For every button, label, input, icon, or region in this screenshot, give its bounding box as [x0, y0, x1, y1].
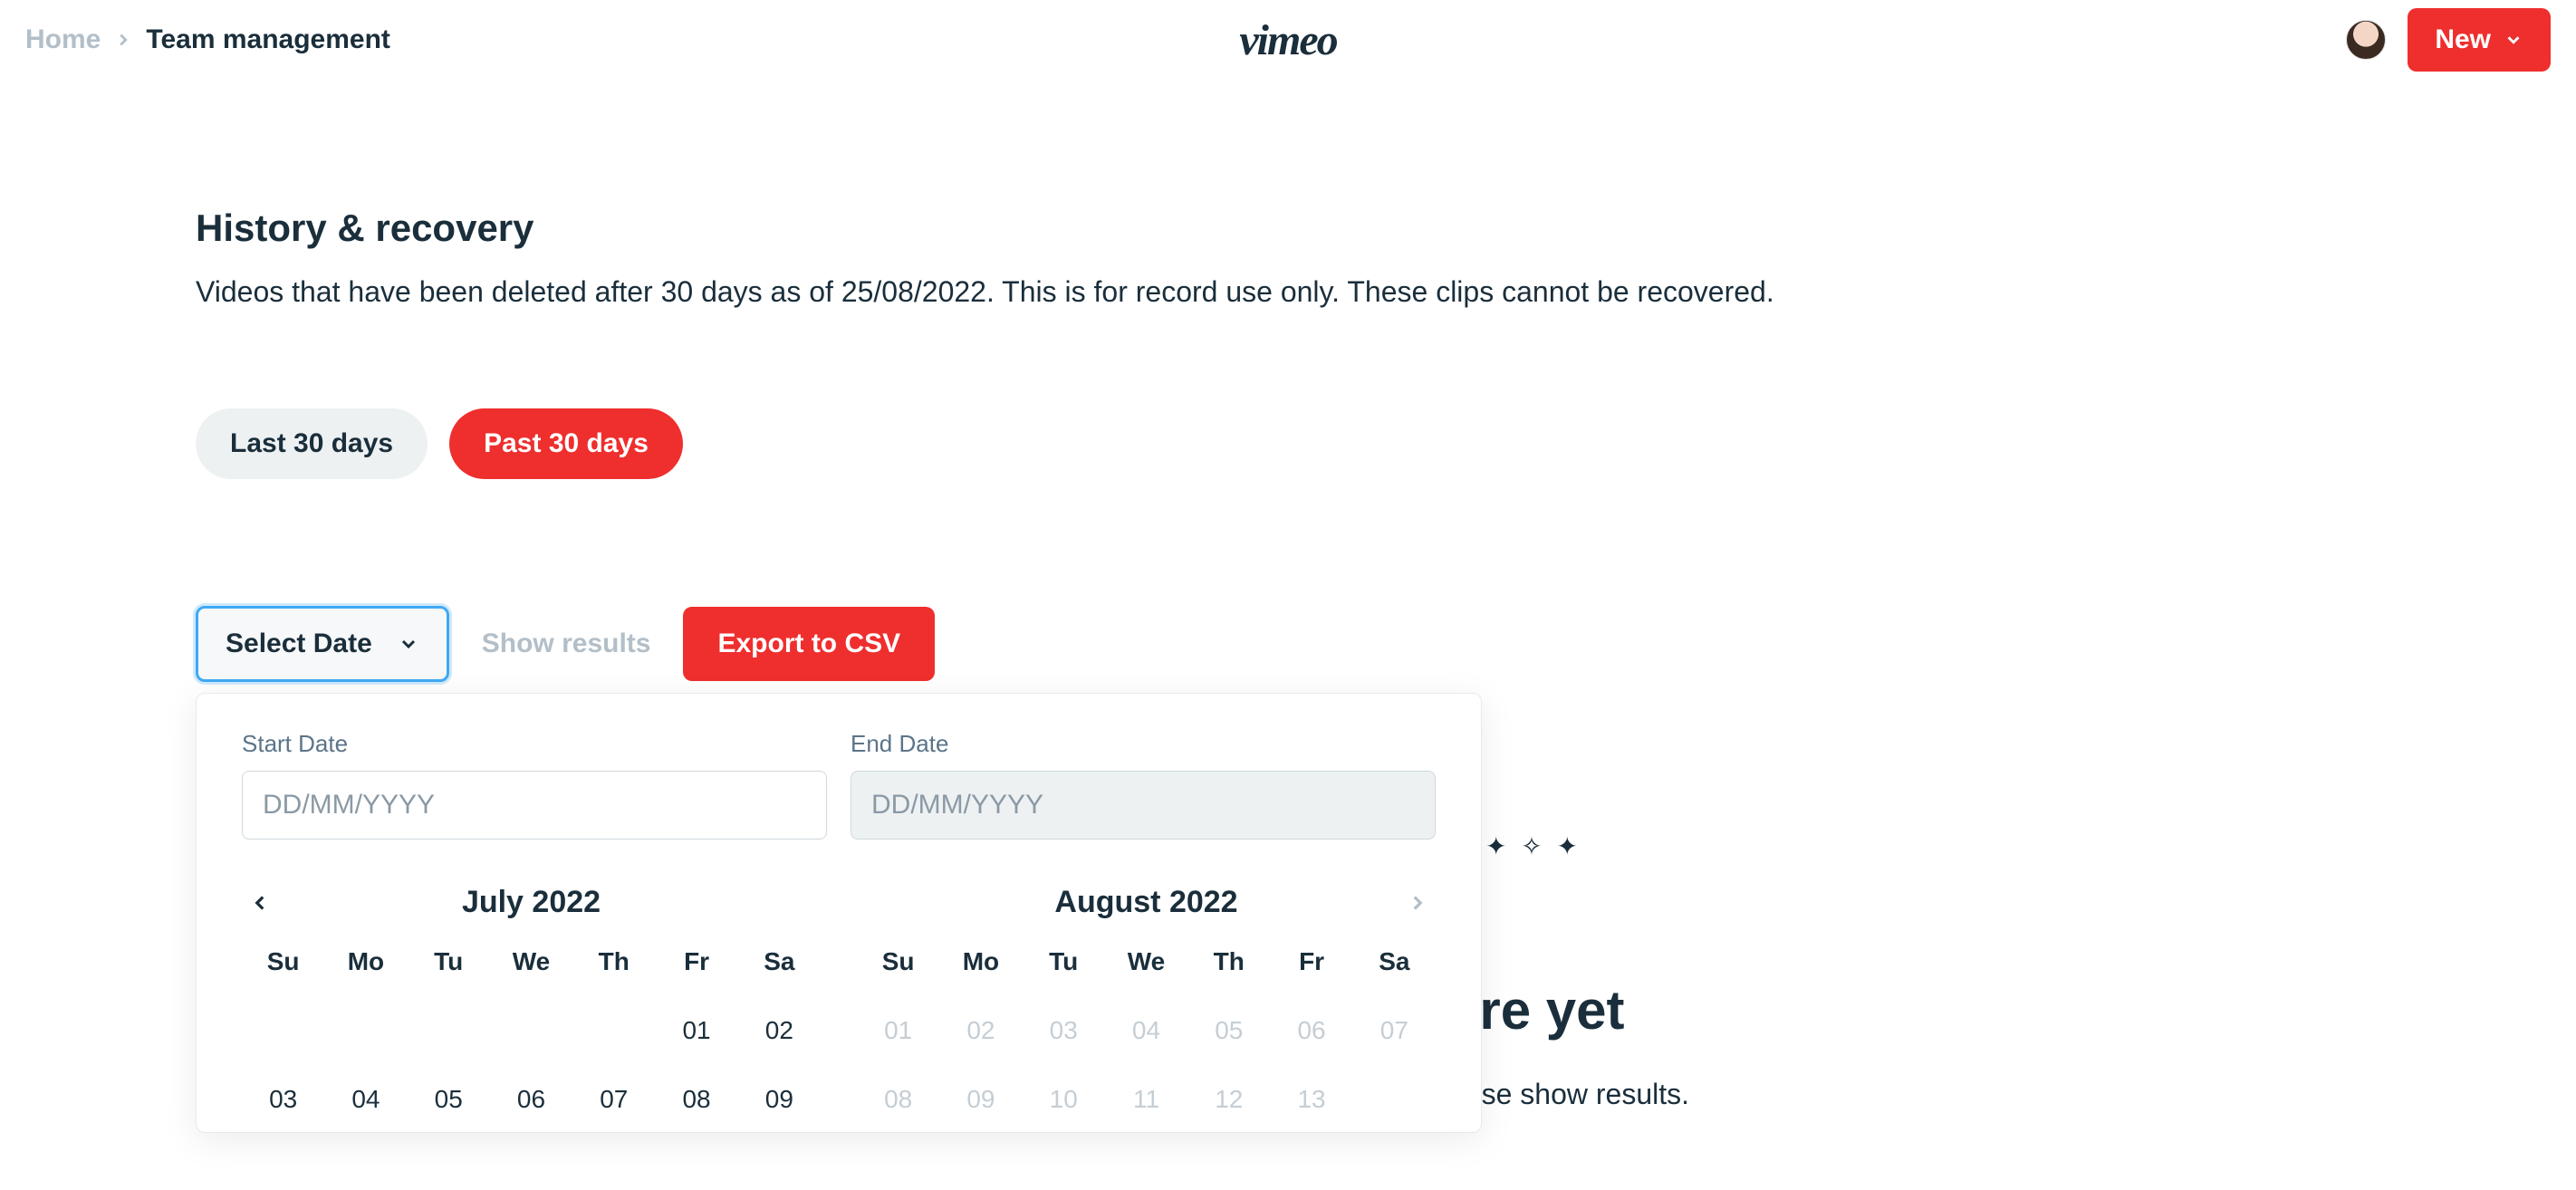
calendar-dow: Su: [242, 947, 324, 976]
calendar-day: 10: [1023, 1085, 1105, 1114]
calendar-dow: Tu: [408, 947, 490, 976]
calendar-day[interactable]: 05: [408, 1085, 490, 1114]
export-csv-button[interactable]: Export to CSV: [683, 607, 935, 681]
calendar-day: 07: [1353, 1016, 1436, 1045]
calendar-right-title: August 2022: [1054, 885, 1237, 920]
date-range-chips: Last 30 days Past 30 days: [196, 408, 2380, 479]
end-date-field: End Date: [851, 730, 1436, 840]
calendar-dow: Mo: [939, 947, 1022, 976]
calendar-right: August 2022 SuMoTuWeThFrSa 01020304050607…: [857, 885, 1436, 1114]
calendar-day: 05: [1187, 1016, 1270, 1045]
calendar-day: 09: [939, 1085, 1022, 1114]
calendar-day: 08: [857, 1085, 939, 1114]
avatar[interactable]: [2346, 20, 2386, 60]
calendars: July 2022 SuMoTuWeThFrSa0000000000010203…: [242, 885, 1436, 1114]
calendar-dow: Fr: [1270, 947, 1352, 976]
calendar-left-title: July 2022: [462, 885, 601, 920]
calendar-day: 11: [1105, 1085, 1187, 1114]
calendar-day: 12: [1187, 1085, 1270, 1114]
start-date-label: Start Date: [242, 730, 827, 758]
breadcrumb-home[interactable]: Home: [25, 24, 101, 55]
chevron-right-icon: [113, 30, 133, 50]
calendar-dow: Th: [1187, 947, 1270, 976]
calendar-day[interactable]: 03: [242, 1085, 324, 1114]
calendar-day[interactable]: 04: [324, 1085, 407, 1114]
calendar-day: 04: [1105, 1016, 1187, 1045]
sparkle-icon: ✦ ✧ ✦: [1449, 831, 1689, 861]
calendar-dow: We: [490, 947, 572, 976]
end-date-input[interactable]: [851, 771, 1436, 840]
show-results-button[interactable]: Show results: [482, 629, 651, 659]
select-date-button[interactable]: Select Date: [196, 606, 449, 682]
start-date-input[interactable]: [242, 771, 827, 840]
page-title: History & recovery: [196, 206, 2380, 250]
header-right: New: [2346, 8, 2551, 72]
calendar-dow: Tu: [1023, 947, 1105, 976]
calendar-dow: Mo: [324, 947, 407, 976]
empty-state-desc: oose show results.: [1449, 1078, 1689, 1111]
calendar-left-grid: SuMoTuWeThFrSa00000000000102030405060708…: [242, 947, 821, 1114]
action-row: Select Date Show results Export to CSV S…: [196, 606, 2380, 682]
calendar-left: July 2022 SuMoTuWeThFrSa0000000000010203…: [242, 885, 821, 1114]
calendar-day[interactable]: 01: [655, 1016, 737, 1045]
new-button[interactable]: New: [2408, 8, 2551, 72]
calendar-prev-icon[interactable]: [242, 885, 278, 921]
calendar-dow: Su: [857, 947, 939, 976]
calendar-dow: We: [1105, 947, 1187, 976]
chip-past-30-days[interactable]: Past 30 days: [449, 408, 683, 479]
calendar-day: 02: [939, 1016, 1022, 1045]
empty-state-title: ere yet: [1449, 979, 1689, 1041]
date-inputs: Start Date End Date: [242, 730, 1436, 840]
chevron-down-icon: [2504, 30, 2523, 50]
main: History & recovery Videos that have been…: [0, 80, 2576, 682]
calendar-day: 13: [1270, 1085, 1352, 1114]
calendar-right-grid: SuMoTuWeThFrSa 01020304050607 080910111213: [857, 947, 1436, 1114]
calendar-day: 03: [1023, 1016, 1105, 1045]
new-button-label: New: [2435, 24, 2491, 55]
calendar-dow: Sa: [1353, 947, 1436, 976]
calendar-day[interactable]: 02: [738, 1016, 821, 1045]
calendar-dow: Sa: [738, 947, 821, 976]
logo[interactable]: vimeo: [1239, 15, 1336, 65]
calendar-next-icon: [1399, 885, 1436, 921]
calendar-day[interactable]: 08: [655, 1085, 737, 1114]
select-date-label: Select Date: [226, 629, 372, 659]
breadcrumb-current: Team management: [146, 24, 390, 55]
end-date-label: End Date: [851, 730, 1436, 758]
calendar-day[interactable]: 06: [490, 1085, 572, 1114]
calendar-dow: Th: [572, 947, 655, 976]
start-date-field: Start Date: [242, 730, 827, 840]
header: Home Team management vimeo New: [0, 0, 2576, 80]
calendar-day: 06: [1270, 1016, 1352, 1045]
empty-state-background: ✦ ✧ ✦ ere yet oose show results.: [1449, 831, 1689, 1111]
calendar-day[interactable]: 07: [572, 1085, 655, 1114]
calendar-day[interactable]: 09: [738, 1085, 821, 1114]
calendar-dow: Fr: [655, 947, 737, 976]
breadcrumb: Home Team management: [25, 24, 390, 55]
page-description: Videos that have been deleted after 30 d…: [196, 275, 2380, 309]
date-picker-popover: Start Date End Date July 2022 Su: [196, 693, 1482, 1133]
calendar-day: 01: [857, 1016, 939, 1045]
chip-last-30-days[interactable]: Last 30 days: [196, 408, 428, 479]
chevron-down-icon: [398, 633, 419, 655]
